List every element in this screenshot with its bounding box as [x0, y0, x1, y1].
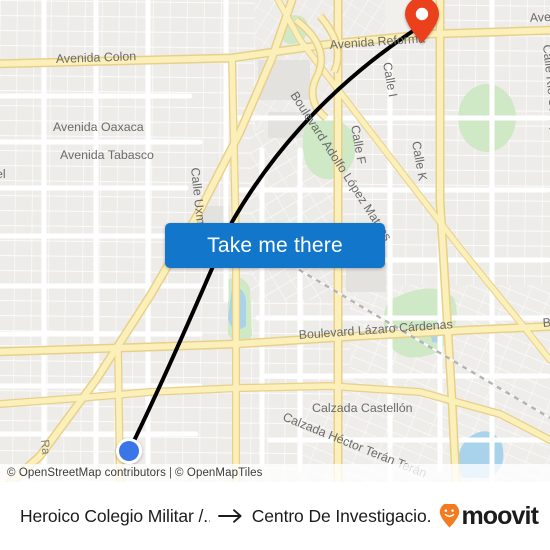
attribution-osm[interactable]: © OpenStreetMap contributors — [7, 467, 166, 479]
moovit-map-screen: Avenida Colon Avenida Oaxaca Avenida Tab… — [0, 0, 550, 550]
arrow-right-icon — [217, 509, 242, 523]
origin-dot[interactable] — [116, 438, 142, 464]
map-label: B — [542, 315, 550, 330]
moovit-pin-icon — [440, 504, 460, 528]
attribution-tiles[interactable]: © OpenMapTiles — [175, 467, 262, 479]
map-label: Calzada Castellón — [312, 401, 413, 415]
take-me-there-button[interactable]: Take me there — [165, 223, 385, 268]
map-label: Avenida Oaxaca — [53, 120, 144, 134]
map-label: Avenida Colon — [56, 49, 137, 66]
route-destination-label: Centro De Investigacio... — [251, 505, 434, 526]
route-origin-label: Heroico Colegio Militar /... — [20, 505, 210, 526]
moovit-wordmark: moovit — [461, 501, 538, 530]
route-summary[interactable]: Heroico Colegio Militar /... Centro De I… — [20, 506, 433, 527]
route-footer-bar: Heroico Colegio Militar /... Centro De I… — [0, 482, 550, 550]
map-attribution: © OpenStreetMap contributors | © OpenMapTi… — [0, 464, 550, 482]
map-label: el — [0, 167, 6, 181]
map-label: Avenida Tabasco — [60, 148, 154, 162]
moovit-logo[interactable]: moovit — [439, 501, 539, 530]
attribution-separator: | — [168, 467, 173, 479]
map-label: Ra — [38, 439, 53, 456]
map-label: Ave — [529, 10, 550, 25]
